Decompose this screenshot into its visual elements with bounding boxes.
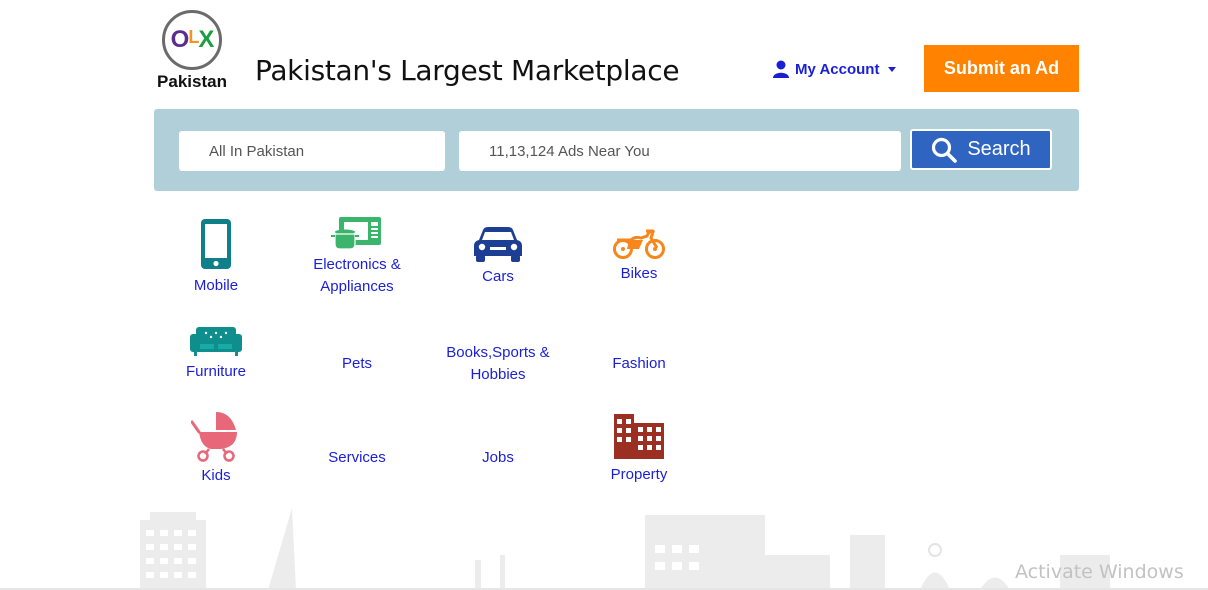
category-label: Fashion — [612, 355, 666, 372]
category-label: Property — [610, 466, 668, 483]
category-label: Furniture — [185, 363, 247, 380]
logo-country-label: Pakistan — [157, 72, 227, 91]
category-books-sports-hobbies[interactable]: Books,Sports & Hobbies — [438, 342, 558, 386]
mobile-phone-icon — [201, 219, 231, 269]
user-icon — [773, 60, 789, 78]
car-icon — [474, 227, 522, 262]
activate-windows-watermark: Activate Windows — [1015, 561, 1184, 583]
category-mobile[interactable]: Mobile — [156, 218, 276, 297]
search-button[interactable]: Search — [910, 129, 1052, 170]
category-label-line2: Appliances — [320, 278, 394, 295]
page-tagline: Pakistan's Largest Marketplace — [255, 54, 680, 87]
category-jobs[interactable]: Jobs — [438, 447, 558, 469]
category-services[interactable]: Services — [297, 447, 417, 469]
category-label: Pets — [341, 355, 372, 372]
category-label: Cars — [482, 268, 514, 285]
category-label-line1: Books,Sports & — [446, 344, 550, 361]
category-label: Bikes — [620, 265, 658, 282]
stroller-icon — [191, 412, 237, 462]
category-bikes[interactable]: Bikes — [579, 228, 699, 285]
search-icon — [932, 137, 958, 163]
microwave-pot-icon — [331, 217, 381, 250]
search-bar: All In Pakistan 11,13,124 Ads Near You S… — [154, 109, 1079, 191]
my-account-menu[interactable]: My Account — [773, 60, 897, 78]
category-furniture[interactable]: Furniture — [156, 326, 276, 383]
search-input[interactable]: 11,13,124 Ads Near You — [459, 131, 901, 171]
category-label: Kids — [201, 467, 231, 484]
category-property[interactable]: Property — [579, 413, 699, 486]
motorbike-icon — [613, 229, 665, 259]
olx-logo-mark: OLX — [162, 10, 222, 70]
category-fashion[interactable]: Fashion — [579, 353, 699, 375]
category-label: Mobile — [193, 277, 239, 294]
category-label-line1: Electronics & — [313, 256, 401, 273]
chevron-down-icon — [888, 66, 897, 72]
category-pets[interactable]: Pets — [297, 353, 417, 375]
search-button-label: Search — [967, 138, 1031, 160]
category-label-line2: Hobbies — [470, 366, 526, 383]
buildings-icon — [614, 414, 664, 459]
sofa-icon — [190, 327, 242, 356]
location-input[interactable]: All In Pakistan — [179, 131, 445, 171]
category-electronics-appliances[interactable]: Electronics & Appliances — [297, 216, 417, 298]
category-label: Services — [328, 449, 386, 466]
category-cars[interactable]: Cars — [438, 226, 558, 288]
my-account-label: My Account — [795, 60, 880, 78]
olx-logo[interactable]: OLX Pakistan — [154, 10, 230, 92]
submit-ad-button[interactable]: Submit an Ad — [924, 45, 1079, 92]
category-kids[interactable]: Kids — [156, 410, 276, 487]
category-label: Jobs — [482, 449, 514, 466]
